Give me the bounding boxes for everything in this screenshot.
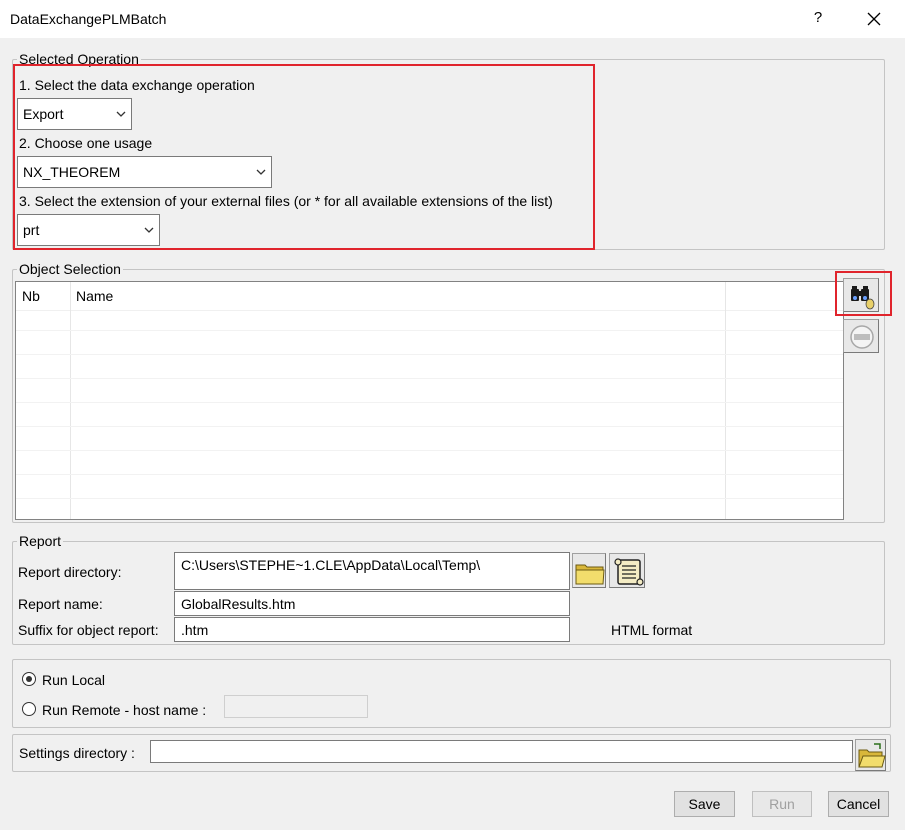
suffix-field[interactable]: .htm bbox=[174, 617, 570, 642]
row-divider bbox=[16, 354, 843, 355]
remove-circle-icon bbox=[850, 325, 874, 349]
settings-directory-label: Settings directory : bbox=[19, 745, 135, 761]
settings-directory-field[interactable] bbox=[150, 740, 853, 763]
row-divider bbox=[16, 378, 843, 379]
remove-object-button[interactable] bbox=[843, 319, 879, 353]
run-remote-radio[interactable] bbox=[22, 702, 36, 716]
object-selection-legend: Object Selection bbox=[17, 261, 123, 277]
html-format-label: HTML format bbox=[611, 622, 693, 638]
row-divider bbox=[16, 402, 843, 403]
object-table[interactable]: Nb Name bbox=[15, 281, 844, 520]
table-header: Nb Name bbox=[16, 282, 843, 311]
report-legend: Report bbox=[17, 533, 64, 549]
row-divider bbox=[16, 498, 843, 499]
view-report-button[interactable] bbox=[609, 553, 645, 588]
browse-report-directory-button[interactable] bbox=[572, 553, 606, 588]
row-divider bbox=[16, 450, 843, 451]
report-name-label: Report name: bbox=[18, 596, 103, 612]
run-local-radio[interactable] bbox=[22, 672, 36, 686]
save-button[interactable]: Save bbox=[674, 791, 735, 817]
operation-highlight-box bbox=[13, 64, 595, 250]
suffix-label: Suffix for object report: bbox=[18, 622, 159, 638]
close-icon bbox=[867, 12, 881, 26]
open-folder-icon bbox=[858, 743, 886, 768]
column-header-name[interactable]: Name bbox=[76, 288, 113, 304]
report-directory-label: Report directory: bbox=[18, 564, 122, 580]
row-divider bbox=[16, 330, 843, 331]
host-name-field[interactable] bbox=[224, 695, 368, 718]
browse-settings-button[interactable] bbox=[855, 739, 886, 771]
run-local-label[interactable]: Run Local bbox=[42, 672, 105, 688]
title-bar: DataExchangePLMBatch ? bbox=[0, 0, 905, 38]
row-divider bbox=[16, 426, 843, 427]
cancel-button[interactable]: Cancel bbox=[828, 791, 889, 817]
close-button[interactable] bbox=[856, 4, 892, 32]
report-name-field[interactable]: GlobalResults.htm bbox=[174, 591, 570, 616]
run-button[interactable]: Run bbox=[752, 791, 812, 817]
row-divider bbox=[16, 474, 843, 475]
run-remote-label[interactable]: Run Remote - host name : bbox=[42, 702, 206, 718]
column-divider bbox=[725, 282, 726, 519]
search-highlight-box bbox=[835, 271, 892, 316]
column-divider bbox=[70, 282, 71, 519]
window-title: DataExchangePLMBatch bbox=[10, 11, 167, 27]
scroll-icon bbox=[614, 558, 644, 586]
folder-icon bbox=[575, 564, 605, 585]
help-button[interactable]: ? bbox=[806, 4, 830, 32]
report-directory-field[interactable]: C:\Users\STEPHE~1.CLE\AppData\Local\Temp… bbox=[174, 552, 570, 590]
column-header-nb[interactable]: Nb bbox=[22, 288, 40, 304]
